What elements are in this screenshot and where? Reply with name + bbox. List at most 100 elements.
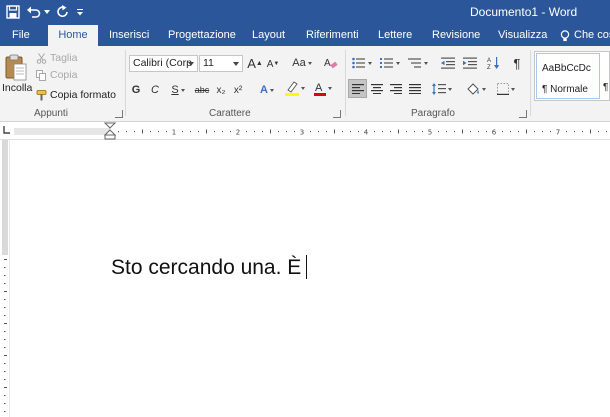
ribbon: Incolla Taglia Copia Copia formato Appun… <box>0 46 610 122</box>
customize-toolbar-button[interactable] <box>76 2 84 22</box>
chevron-down-icon <box>448 87 452 91</box>
tab-stop-selector-icon[interactable] <box>2 125 12 135</box>
text-effects-button[interactable]: A <box>256 82 278 98</box>
ruler-tick <box>326 131 327 133</box>
ruler-margin <box>14 128 110 135</box>
increase-indent-button[interactable] <box>462 55 478 71</box>
document-body[interactable]: Sto cercando una. È <box>111 255 308 280</box>
highlighter-icon <box>285 81 299 96</box>
bold-button[interactable]: G <box>130 82 142 98</box>
clipboard-launcher[interactable] <box>115 110 123 118</box>
ruler-margin <box>2 140 8 255</box>
chevron-down-icon <box>188 62 194 66</box>
copy-icon <box>36 69 46 81</box>
paste-text: Incolla <box>2 82 33 94</box>
ruler-tick <box>222 131 223 133</box>
change-case-button[interactable]: Aa <box>290 55 314 71</box>
numbering-button[interactable] <box>378 55 402 71</box>
align-center-button[interactable] <box>369 81 385 97</box>
document-page[interactable] <box>11 141 610 417</box>
borders-icon <box>497 83 509 95</box>
horizontal-ruler[interactable]: 1 2 3 4 5 6 7 <box>0 122 610 140</box>
ruler-tick <box>534 131 535 133</box>
ruler-tick <box>270 129 271 134</box>
tab-insert[interactable]: Inserisci <box>109 25 149 46</box>
strikethrough-button[interactable]: abc <box>193 82 211 98</box>
tab-file[interactable]: File <box>12 25 30 46</box>
ruler-tick <box>206 129 207 134</box>
ruler-tick <box>4 379 6 380</box>
ruler-tick <box>246 131 247 133</box>
ruler-tick <box>374 131 375 133</box>
shading-button[interactable] <box>464 81 488 97</box>
paragraph-launcher[interactable] <box>519 110 527 118</box>
bullets-button[interactable] <box>350 55 374 71</box>
justify-button[interactable] <box>407 81 423 97</box>
paste-button[interactable] <box>4 54 28 82</box>
multilevel-list-button[interactable] <box>406 55 430 71</box>
save-button[interactable] <box>6 2 20 22</box>
font-name-combo[interactable]: Calibri (Corp <box>129 55 198 72</box>
highlight-button[interactable] <box>284 80 306 96</box>
customize-icon <box>77 9 83 16</box>
document-text: Sto cercando una. È <box>111 256 302 279</box>
ruler-tick <box>4 315 6 316</box>
svg-text:A: A <box>324 58 331 69</box>
redo-button[interactable] <box>56 2 70 22</box>
paste-label[interactable]: Incolla <box>2 82 32 94</box>
format-painter-button[interactable]: Copia formato <box>36 88 116 102</box>
underline-button[interactable]: S <box>168 82 188 98</box>
tab-mailings[interactable]: Lettere <box>378 25 412 46</box>
ruler-tick <box>358 131 359 133</box>
italic-button[interactable]: C <box>149 82 161 98</box>
align-left-button[interactable] <box>348 79 367 98</box>
sort-button[interactable]: A Z <box>486 55 502 71</box>
tab-design[interactable]: Progettazione <box>168 25 236 46</box>
subscript-button[interactable]: x₂ <box>214 82 228 98</box>
tab-view[interactable]: Visualizza <box>498 25 547 46</box>
borders-button[interactable] <box>494 81 518 97</box>
ruler-tick <box>4 291 7 292</box>
clipboard-icon <box>5 54 27 81</box>
ruler-tick <box>4 259 7 260</box>
ruler-tick <box>414 131 415 133</box>
ruler-tick: 1 <box>172 129 176 136</box>
tell-me-box[interactable]: Che cos <box>560 25 610 46</box>
ruler-tick <box>4 331 6 332</box>
format-painter-icon <box>36 89 47 100</box>
ruler-tick <box>254 131 255 133</box>
superscript-button[interactable]: x² <box>231 82 245 98</box>
tab-layout[interactable]: Layout <box>252 25 285 46</box>
svg-text:Z: Z <box>487 65 491 70</box>
line-spacing-button[interactable] <box>430 81 454 97</box>
eraser-icon: A <box>324 58 338 69</box>
ruler-tick <box>350 131 351 133</box>
align-right-button[interactable] <box>388 81 404 97</box>
show-formatting-button[interactable]: ¶ <box>510 55 524 71</box>
font-size-combo[interactable]: 11 <box>199 55 243 72</box>
clear-formatting-button[interactable]: A <box>324 55 338 71</box>
style-next[interactable]: ¶ N <box>603 82 610 93</box>
cut-button[interactable]: Taglia <box>36 51 77 65</box>
font-launcher[interactable] <box>333 110 341 118</box>
quick-access-toolbar <box>6 2 90 22</box>
ruler-ticks <box>4 259 7 412</box>
tab-review[interactable]: Revisione <box>432 25 480 46</box>
ruler-tick: 3 <box>300 129 304 136</box>
grow-font-button[interactable]: A ▲ <box>247 55 263 71</box>
ruler-tick <box>4 347 6 348</box>
tab-references[interactable]: Riferimenti <box>306 25 359 46</box>
undo-button[interactable] <box>26 2 50 22</box>
style-normal[interactable]: AaBbCcDc ¶ Normale <box>536 53 600 99</box>
text-effects-icon: A <box>260 84 268 96</box>
font-color-button[interactable]: A <box>312 80 334 96</box>
ruler-tick <box>606 131 607 133</box>
save-icon <box>6 5 20 19</box>
ruler-tick <box>4 283 6 284</box>
font-name-value: Calibri (Corp <box>133 57 192 69</box>
decrease-indent-button[interactable] <box>440 55 456 71</box>
copy-button[interactable]: Copia <box>36 68 77 82</box>
tab-home[interactable]: Home <box>48 25 98 46</box>
shrink-font-button[interactable]: A ▼ <box>266 56 280 72</box>
ruler-tick <box>4 395 6 396</box>
